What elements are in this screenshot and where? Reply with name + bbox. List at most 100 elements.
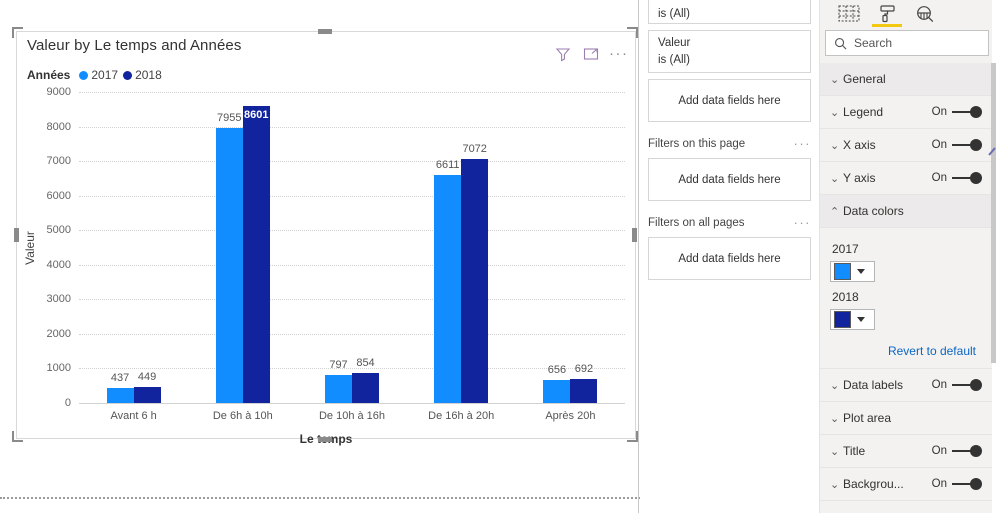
toggle-state-label: On [931, 478, 947, 490]
data-label: 656 [547, 364, 567, 377]
y-axis-tick-label: 8000 [46, 120, 71, 133]
visual-handle-bottom[interactable] [318, 437, 332, 442]
format-section-x-axis[interactable]: ⌄ X axis On [820, 129, 992, 162]
visualizations-format-pane[interactable]: Search ⌄ General ⌄ Legend On ⌄ X axis On ⌄ Y axis… [820, 0, 998, 513]
format-section-label: Backgrou... [843, 477, 904, 491]
format-section-data-labels[interactable]: ⌄ Data labels On [820, 369, 992, 402]
toggle-knob[interactable] [952, 445, 982, 457]
data-label: 797 [329, 359, 348, 372]
gridline [79, 92, 625, 93]
toggle-switch[interactable]: On [932, 139, 982, 151]
search-placeholder: Search [854, 36, 893, 50]
chevron-down-icon[interactable]: ⌄ [830, 412, 843, 425]
format-section-label: Plot area [843, 411, 892, 425]
toggle-switch[interactable]: On [932, 478, 982, 490]
chevron-down-icon[interactable]: ⌄ [830, 379, 843, 392]
chevron-down-icon[interactable] [857, 317, 865, 322]
format-pane-scrollbar[interactable] [991, 63, 996, 363]
revert-to-default-link[interactable]: Revert to default [830, 330, 982, 368]
visual-handle-top[interactable] [318, 29, 332, 34]
clustered-column-chart-visual[interactable]: Valeur by Le temps and Années ··· Années… [16, 31, 637, 446]
bar-2018-3[interactable] [461, 158, 489, 403]
page-filters-dropzone[interactable]: Add data fields here [648, 158, 811, 201]
fields-grid-icon[interactable] [832, 2, 866, 26]
bar-2018-2[interactable] [352, 373, 379, 403]
chevron-down-icon[interactable] [857, 269, 865, 274]
more-options-icon[interactable]: ··· [794, 215, 812, 230]
plot-area: 0 1000 2000 3000 4000 5000 6000 7000 8000 9000 437… [17, 32, 637, 440]
bar-2017-2[interactable] [325, 375, 352, 403]
format-section-legend[interactable]: ⌄ Legend On [820, 96, 992, 129]
all-pages-filters-dropzone[interactable]: Add data fields here [648, 237, 811, 280]
visual-handle-br[interactable] [627, 431, 638, 442]
pane-edge-marker [988, 147, 996, 156]
format-section-plot-area[interactable]: ⌄ Plot area [820, 402, 992, 435]
toggle-knob[interactable] [952, 379, 982, 391]
format-sections-list[interactable]: ⌄ General ⌄ Legend On ⌄ X axis On ⌄ Y axis On ⌃ Data… [820, 63, 992, 513]
filter-card-name [658, 0, 801, 3]
toggle-state-label: On [931, 445, 947, 457]
toggle-state-label: On [931, 172, 947, 184]
chevron-down-icon[interactable]: ⌄ [830, 139, 843, 152]
toggle-switch[interactable]: On [932, 445, 982, 457]
filter-card-clipped[interactable]: is (All) [648, 0, 811, 24]
gridline [79, 264, 625, 266]
color-swatch [834, 263, 851, 280]
toggle-knob[interactable] [952, 139, 982, 151]
visual-handle-bl[interactable] [12, 431, 23, 442]
bar-2017-4[interactable] [543, 380, 571, 403]
bar-2017-0[interactable] [106, 387, 134, 403]
format-section-label: Data colors [843, 204, 904, 218]
bar-2017-3[interactable] [434, 174, 462, 403]
bar-2018-1[interactable] [242, 105, 270, 403]
toggle-switch[interactable]: On [932, 172, 982, 184]
visual-handle-right[interactable] [632, 228, 637, 242]
filters-pane[interactable]: is (All) Valeur is (All) Add data fields… [640, 0, 820, 513]
format-section-label: Y axis [843, 171, 876, 185]
format-section-y-axis[interactable]: ⌄ Y axis On [820, 162, 992, 195]
toggle-knob[interactable] [952, 478, 982, 490]
more-options-icon[interactable]: ··· [794, 136, 812, 151]
data-color-label-2017: 2017 [832, 242, 859, 256]
visual-handle-tr[interactable] [627, 27, 638, 38]
format-section-title[interactable]: ⌄ Title On [820, 435, 992, 468]
bar-2017-1[interactable] [215, 128, 243, 403]
chevron-down-icon[interactable]: ⌄ [830, 73, 843, 86]
chevron-down-icon[interactable]: ⌄ [830, 172, 843, 185]
filter-card-valeur[interactable]: Valeur is (All) [648, 30, 811, 73]
toggle-knob[interactable] [952, 172, 982, 184]
format-section-data-colors[interactable]: ⌃ Data colors [820, 195, 992, 228]
search-icon [835, 37, 847, 49]
toggle-switch[interactable]: On [932, 106, 982, 118]
data-label: 8601 [244, 108, 269, 121]
gridline [79, 161, 625, 163]
format-section-general[interactable]: ⌄ General [820, 63, 992, 96]
data-colors-group: 2017 2018 Revert to default [820, 228, 992, 369]
y-axis-tick-label: 3000 [46, 293, 71, 306]
chevron-up-icon[interactable]: ⌃ [830, 205, 843, 218]
x-axis-tick-label: De 16h à 20h [428, 410, 495, 422]
color-picker-2018[interactable] [830, 309, 875, 330]
analytics-magnifier-icon[interactable] [908, 2, 942, 26]
chevron-down-icon[interactable]: ⌄ [830, 106, 843, 119]
color-picker-2017[interactable] [830, 261, 875, 282]
report-canvas[interactable]: Valeur by Le temps and Années ··· Années… [0, 0, 640, 513]
visual-filters-dropzone[interactable]: Add data fields here [648, 79, 811, 122]
gridline [79, 299, 625, 301]
bar-2018-4[interactable] [570, 379, 598, 403]
visual-handle-left[interactable] [14, 228, 19, 242]
bar-2018-0[interactable] [133, 387, 161, 403]
toggle-knob[interactable] [952, 106, 982, 118]
chevron-down-icon[interactable]: ⌄ [830, 445, 843, 458]
color-swatch [834, 311, 851, 328]
format-section-backgrou[interactable]: ⌄ Backgrou... On [820, 468, 992, 501]
format-section-label: Legend [843, 105, 884, 119]
paint-roller-icon[interactable] [870, 2, 904, 26]
x-axis-tick-label: De 10h à 16h [318, 410, 386, 422]
data-label: 7955 [217, 112, 242, 125]
visual-handle-tl[interactable] [12, 27, 23, 38]
gridline [79, 230, 625, 232]
search-input[interactable]: Search [825, 30, 989, 56]
chevron-down-icon[interactable]: ⌄ [830, 478, 843, 491]
toggle-switch[interactable]: On [932, 379, 982, 391]
